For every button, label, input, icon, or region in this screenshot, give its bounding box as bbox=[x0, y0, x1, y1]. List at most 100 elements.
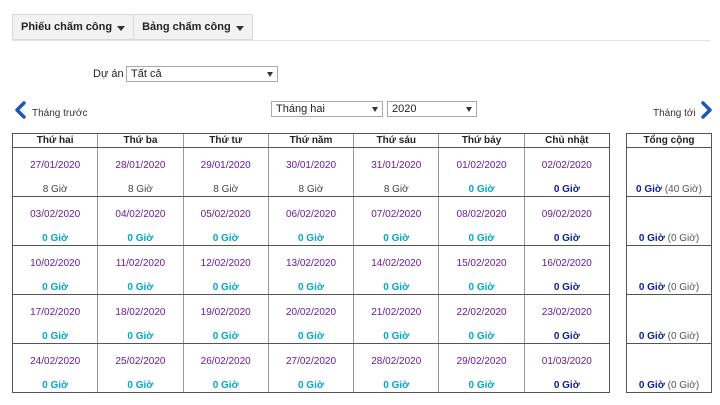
day-date: 10/02/2020 bbox=[30, 258, 81, 269]
day-date: 31/01/2020 bbox=[371, 160, 422, 171]
day-hours: 0 Giờ bbox=[468, 282, 495, 293]
day-cell[interactable]: 11/02/2020 0 Giờ bbox=[97, 246, 182, 294]
day-cell[interactable]: 21/02/2020 0 Giờ bbox=[353, 295, 438, 343]
project-label: Dự án bbox=[93, 68, 124, 80]
day-cell[interactable]: 18/02/2020 0 Giờ bbox=[97, 295, 182, 343]
day-cell[interactable]: 08/02/2020 0 Giờ bbox=[438, 197, 523, 245]
day-date: 15/02/2020 bbox=[456, 258, 507, 269]
divider bbox=[12, 40, 710, 41]
dropdown-arrow-icon bbox=[372, 106, 378, 112]
day-cell[interactable]: 04/02/2020 0 Giờ bbox=[97, 197, 182, 245]
weekday-header-row: Thứ hai Thứ ba Thứ tư Thứ năm Thứ sáu Th… bbox=[13, 134, 609, 148]
day-cell[interactable]: 03/02/2020 0 Giờ bbox=[13, 197, 97, 245]
day-cell[interactable]: 24/02/2020 0 Giờ bbox=[13, 344, 97, 392]
tab-phieu-cham-cong[interactable]: Phiếu chấm công bbox=[12, 14, 135, 40]
chevron-right-icon bbox=[700, 100, 712, 119]
day-cell[interactable]: 07/02/2020 0 Giờ bbox=[353, 197, 438, 245]
total-worked: 0 Giờ bbox=[636, 184, 663, 195]
day-cell[interactable]: 20/02/2020 0 Giờ bbox=[267, 295, 353, 343]
day-hours: 0 Giờ bbox=[383, 380, 410, 391]
day-cell[interactable]: 25/02/2020 0 Giờ bbox=[97, 344, 182, 392]
day-date: 03/02/2020 bbox=[30, 209, 81, 220]
day-hours: 0 Giờ bbox=[42, 380, 69, 391]
day-cell[interactable]: 16/02/2020 0 Giờ bbox=[523, 246, 609, 294]
day-hours: 0 Giờ bbox=[553, 282, 580, 293]
day-cell[interactable]: 09/02/2020 0 Giờ bbox=[523, 197, 609, 245]
day-hours: 0 Giờ bbox=[468, 380, 495, 391]
total-header: Tổng cộng bbox=[627, 134, 711, 148]
day-cell[interactable]: 17/02/2020 0 Giờ bbox=[13, 295, 97, 343]
day-cell[interactable]: 14/02/2020 0 Giờ bbox=[353, 246, 438, 294]
day-date: 08/02/2020 bbox=[456, 209, 507, 220]
total-planned: (40 Giờ) bbox=[664, 184, 702, 195]
day-date: 14/02/2020 bbox=[371, 258, 422, 269]
week-row: 17/02/2020 0 Giờ 18/02/2020 0 Giờ 19/02/20… bbox=[13, 295, 609, 344]
week-row: 10/02/2020 0 Giờ 11/02/2020 0 Giờ 12/02/20… bbox=[13, 246, 609, 295]
day-cell[interactable]: 29/01/2020 8 Giờ bbox=[182, 148, 268, 196]
day-cell[interactable]: 31/01/2020 8 Giờ bbox=[353, 148, 438, 196]
day-date: 26/02/2020 bbox=[200, 356, 251, 367]
day-hours: 8 Giờ bbox=[298, 184, 324, 195]
day-cell[interactable]: 29/02/2020 0 Giờ bbox=[438, 344, 523, 392]
weekday-header: Thứ tư bbox=[182, 134, 268, 147]
day-cell[interactable]: 13/02/2020 0 Giờ bbox=[267, 246, 353, 294]
chevron-left-icon bbox=[15, 100, 26, 119]
weekday-header: Thứ sáu bbox=[353, 134, 438, 147]
day-cell[interactable]: 02/02/2020 0 Giờ bbox=[523, 148, 609, 196]
day-cell[interactable]: 01/03/2020 0 Giờ bbox=[523, 344, 609, 392]
day-date: 29/01/2020 bbox=[200, 160, 251, 171]
day-cell[interactable]: 12/02/2020 0 Giờ bbox=[182, 246, 268, 294]
day-hours: 0 Giờ bbox=[553, 184, 580, 195]
total-cell: 0 Giờ (0 Giờ) bbox=[627, 246, 711, 295]
day-hours: 0 Giờ bbox=[212, 282, 239, 293]
day-date: 07/02/2020 bbox=[371, 209, 422, 220]
day-hours: 8 Giờ bbox=[42, 184, 68, 195]
day-cell[interactable]: 28/02/2020 0 Giờ bbox=[353, 344, 438, 392]
week-row: 27/01/2020 8 Giờ 28/01/2020 8 Giờ 29/01/20… bbox=[13, 148, 609, 197]
week-row: 03/02/2020 0 Giờ 04/02/2020 0 Giờ 05/02/20… bbox=[13, 197, 609, 246]
day-date: 01/02/2020 bbox=[456, 160, 507, 171]
day-cell[interactable]: 23/02/2020 0 Giờ bbox=[523, 295, 609, 343]
dropdown-arrow-icon bbox=[466, 106, 472, 112]
weekly-total-column: Tổng cộng 0 Giờ (40 Giờ) 0 Giờ (0 Giờ) 0… bbox=[626, 133, 712, 393]
tab-bang-cham-cong[interactable]: Bảng chấm công bbox=[134, 14, 253, 40]
day-cell[interactable]: 26/02/2020 0 Giờ bbox=[182, 344, 268, 392]
total-value: 0 Giờ (0 Giờ) bbox=[627, 282, 711, 293]
day-cell[interactable]: 05/02/2020 0 Giờ bbox=[182, 197, 268, 245]
year-select[interactable]: 2020 bbox=[387, 101, 477, 117]
timesheet-calendar: Thứ hai Thứ ba Thứ tư Thứ năm Thứ sáu Th… bbox=[12, 133, 610, 393]
next-month-link[interactable]: Tháng tới bbox=[653, 100, 714, 119]
total-worked: 0 Giờ bbox=[638, 331, 665, 342]
total-planned: (0 Giờ) bbox=[667, 331, 700, 342]
day-date: 24/02/2020 bbox=[30, 356, 81, 367]
day-hours: 0 Giờ bbox=[42, 233, 69, 244]
day-date: 21/02/2020 bbox=[371, 307, 422, 318]
total-planned: (0 Giờ) bbox=[667, 282, 700, 293]
prev-month-link[interactable]: Tháng trước bbox=[13, 100, 88, 119]
day-date: 16/02/2020 bbox=[541, 258, 592, 269]
day-cell[interactable]: 28/01/2020 8 Giờ bbox=[97, 148, 182, 196]
total-worked: 0 Giờ bbox=[638, 233, 665, 244]
day-cell[interactable]: 19/02/2020 0 Giờ bbox=[182, 295, 268, 343]
day-hours: 0 Giờ bbox=[212, 233, 239, 244]
day-cell[interactable]: 10/02/2020 0 Giờ bbox=[13, 246, 97, 294]
weekday-header: Thứ năm bbox=[267, 134, 353, 147]
day-hours: 8 Giờ bbox=[127, 184, 153, 195]
day-cell[interactable]: 22/02/2020 0 Giờ bbox=[438, 295, 523, 343]
day-cell[interactable]: 15/02/2020 0 Giờ bbox=[438, 246, 523, 294]
day-date: 09/02/2020 bbox=[541, 209, 592, 220]
project-select-value: Tất cả bbox=[131, 68, 162, 80]
day-cell[interactable]: 06/02/2020 0 Giờ bbox=[267, 197, 353, 245]
day-cell[interactable]: 30/01/2020 8 Giờ bbox=[267, 148, 353, 196]
month-select[interactable]: Tháng hai bbox=[271, 101, 383, 117]
total-cell: 0 Giờ (40 Giờ) bbox=[627, 148, 711, 197]
day-hours: 0 Giờ bbox=[212, 331, 239, 342]
day-cell[interactable]: 27/01/2020 8 Giờ bbox=[13, 148, 97, 196]
day-hours: 0 Giờ bbox=[468, 184, 495, 195]
day-cell[interactable]: 27/02/2020 0 Giờ bbox=[267, 344, 353, 392]
day-date: 11/02/2020 bbox=[115, 258, 166, 269]
prev-month-label: Tháng trước bbox=[32, 108, 88, 119]
month-select-value: Tháng hai bbox=[276, 103, 325, 115]
project-select[interactable]: Tất cả bbox=[126, 66, 278, 82]
day-cell[interactable]: 01/02/2020 0 Giờ bbox=[438, 148, 523, 196]
